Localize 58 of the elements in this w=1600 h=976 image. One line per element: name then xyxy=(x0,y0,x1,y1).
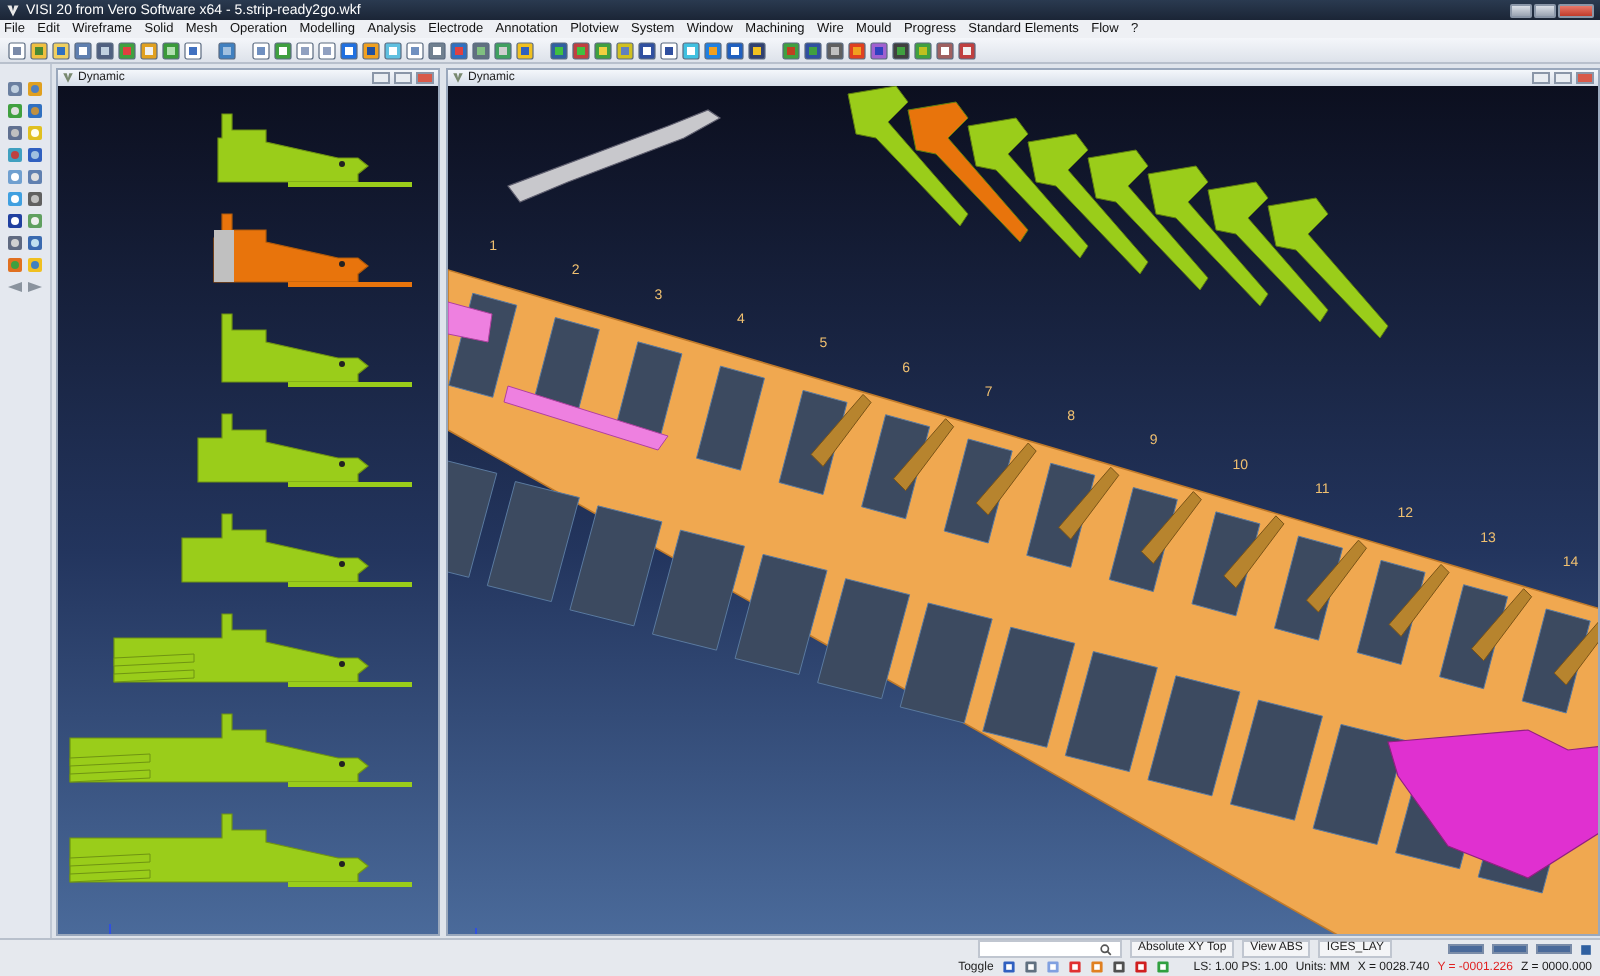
toolbar-button[interactable] xyxy=(516,41,534,59)
toolbar-button[interactable] xyxy=(274,41,292,59)
toolbar-button[interactable] xyxy=(936,41,954,59)
toolbar-button[interactable] xyxy=(96,41,114,59)
toggle-button[interactable] xyxy=(1155,960,1170,974)
toolbar-button[interactable] xyxy=(704,41,722,59)
toolbar-button[interactable] xyxy=(340,41,358,59)
back-arrow-button[interactable] xyxy=(6,278,24,296)
toolbar-button[interactable] xyxy=(660,41,678,59)
toolbar-button[interactable] xyxy=(362,41,380,59)
toolbar-button[interactable] xyxy=(804,41,822,59)
toolbar-button[interactable] xyxy=(892,41,910,59)
toggle-button[interactable] xyxy=(1067,960,1082,974)
close-button[interactable] xyxy=(1558,3,1594,17)
toggle-button[interactable] xyxy=(1045,960,1060,974)
tool-button[interactable] xyxy=(6,212,24,230)
toolbar-button[interactable] xyxy=(682,41,700,59)
tool-button[interactable] xyxy=(26,234,44,252)
toolbar-button[interactable] xyxy=(162,41,180,59)
toolbar-button[interactable] xyxy=(958,41,976,59)
view-cube-button[interactable] xyxy=(1580,943,1592,955)
toolbar-button[interactable] xyxy=(572,41,590,59)
toolbar-button[interactable] xyxy=(594,41,612,59)
toolbar-button[interactable] xyxy=(450,41,468,59)
toolbar-button[interactable] xyxy=(550,41,568,59)
tool-button[interactable] xyxy=(6,146,24,164)
toolbar-button[interactable] xyxy=(118,41,136,59)
maximize-button[interactable] xyxy=(1534,3,1556,17)
tool-button[interactable] xyxy=(26,146,44,164)
toolbar-button[interactable] xyxy=(218,41,236,59)
toolbar-button[interactable] xyxy=(184,41,202,59)
toolbar-button[interactable] xyxy=(52,41,70,59)
tool-button[interactable] xyxy=(6,124,24,142)
toolbar-button[interactable] xyxy=(826,41,844,59)
toggle-button[interactable] xyxy=(1001,960,1016,974)
toolbar-button[interactable] xyxy=(74,41,92,59)
toolbar-button[interactable] xyxy=(638,41,656,59)
toolbar-button[interactable] xyxy=(782,41,800,59)
tool-button[interactable] xyxy=(6,234,24,252)
toolbar-button[interactable] xyxy=(384,41,402,59)
forward-arrow-button[interactable] xyxy=(26,278,44,296)
toolbar-button[interactable] xyxy=(494,41,512,59)
toolbar-button[interactable] xyxy=(726,41,744,59)
toggle-button[interactable] xyxy=(1023,960,1038,974)
toggle-button[interactable] xyxy=(1089,960,1104,974)
toolbar-button[interactable] xyxy=(914,41,932,59)
toolbar-button[interactable] xyxy=(848,41,866,59)
toolbar-button[interactable] xyxy=(870,41,888,59)
tool-button[interactable] xyxy=(26,102,44,120)
toggle-button[interactable] xyxy=(1133,960,1148,974)
minimize-button[interactable] xyxy=(1510,3,1532,17)
search-icon xyxy=(1100,943,1113,955)
toolbar-button[interactable] xyxy=(472,41,490,59)
tool-button[interactable] xyxy=(26,190,44,208)
toolbar-button[interactable] xyxy=(428,41,446,59)
search-field[interactable] xyxy=(978,940,1123,958)
toolbar-button[interactable] xyxy=(748,41,766,59)
toggle-button[interactable] xyxy=(1111,960,1126,974)
